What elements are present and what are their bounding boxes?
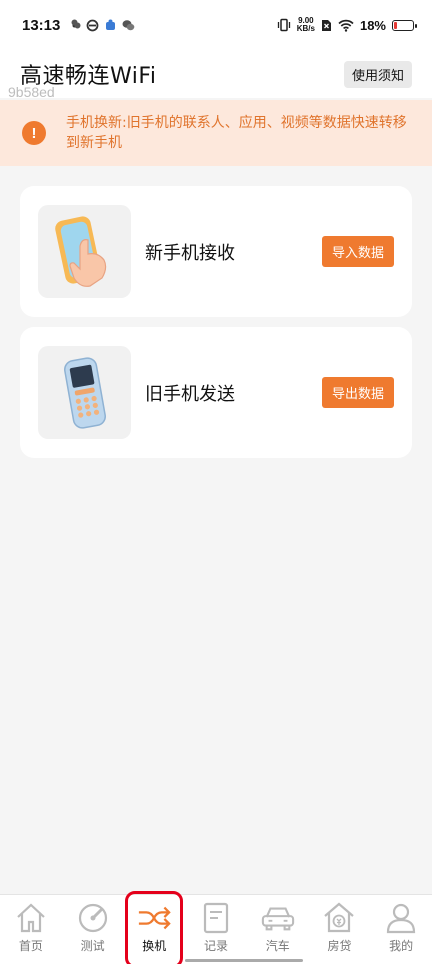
feature-phone-icon	[38, 346, 131, 439]
fan-icon	[71, 19, 81, 28]
transfer-options: 新手机接收 导入数据 旧手机发送 导出数据	[0, 166, 432, 458]
tab-profile[interactable]: 我的	[370, 895, 432, 964]
export-data-button[interactable]: 导出数据	[321, 377, 394, 408]
swap-arrows-icon	[137, 901, 172, 935]
tab-mortgage-label: 房贷	[327, 939, 352, 953]
tab-car[interactable]: 汽车	[247, 895, 309, 964]
tab-mortgage[interactable]: 房贷	[309, 895, 371, 964]
gauge-icon	[76, 901, 110, 935]
receive-card[interactable]: 新手机接收 导入数据	[20, 186, 412, 317]
send-card-title: 旧手机发送	[145, 383, 235, 405]
bottom-tab-bar: 首页 测试 换机 记录 汽车 房贷 我的	[0, 891, 432, 964]
tab-car-label: 汽车	[265, 939, 290, 953]
watermark-text: 9b58ed	[8, 84, 55, 100]
banner-text: 手机换新:旧手机的联系人、应用、视频等数据快速转移到新手机	[66, 115, 407, 151]
tab-switch[interactable]: 换机	[123, 891, 185, 964]
receive-card-title: 新手机接收	[145, 242, 235, 264]
house-icon	[14, 901, 48, 935]
status-bar: 13:13 9.00 KB/s 18%	[0, 0, 432, 50]
car-icon	[261, 901, 295, 935]
tab-test[interactable]: 测试	[62, 895, 124, 964]
wifi-icon	[338, 19, 354, 32]
tablet-hand-icon	[38, 205, 131, 298]
sync-icon	[86, 19, 99, 31]
tab-home-label: 首页	[18, 939, 43, 953]
user-icon	[384, 901, 418, 935]
warning-icon: !	[22, 121, 46, 145]
network-speed-unit: KB/s	[296, 24, 315, 33]
tab-profile-label: 我的	[389, 939, 414, 953]
tab-home[interactable]: 首页	[0, 895, 62, 964]
no-sim-icon	[321, 19, 331, 31]
house-coin-icon	[322, 901, 356, 935]
tab-switch-label: 换机	[142, 939, 167, 953]
home-indicator[interactable]	[185, 959, 303, 962]
tab-test-label: 测试	[80, 939, 105, 953]
import-data-button[interactable]: 导入数据	[321, 236, 394, 267]
tab-records-label: 记录	[204, 939, 229, 953]
usage-notice-button[interactable]: 使用须知	[343, 60, 412, 88]
app-header: 高速畅连WiFi 使用须知	[0, 50, 432, 98]
status-time: 13:13	[22, 16, 61, 34]
notification-icon	[106, 19, 116, 30]
vibrate-icon	[277, 18, 290, 32]
info-banner: ! 手机换新:旧手机的联系人、应用、视频等数据快速转移到新手机	[0, 100, 432, 166]
document-icon	[199, 901, 233, 935]
tab-records[interactable]: 记录	[185, 895, 247, 964]
network-speed: 9.00 KB/s	[297, 17, 315, 33]
send-card[interactable]: 旧手机发送 导出数据	[20, 327, 412, 458]
battery-icon	[392, 19, 417, 31]
battery-percent: 18%	[359, 17, 386, 33]
wechat-icon	[122, 19, 135, 30]
